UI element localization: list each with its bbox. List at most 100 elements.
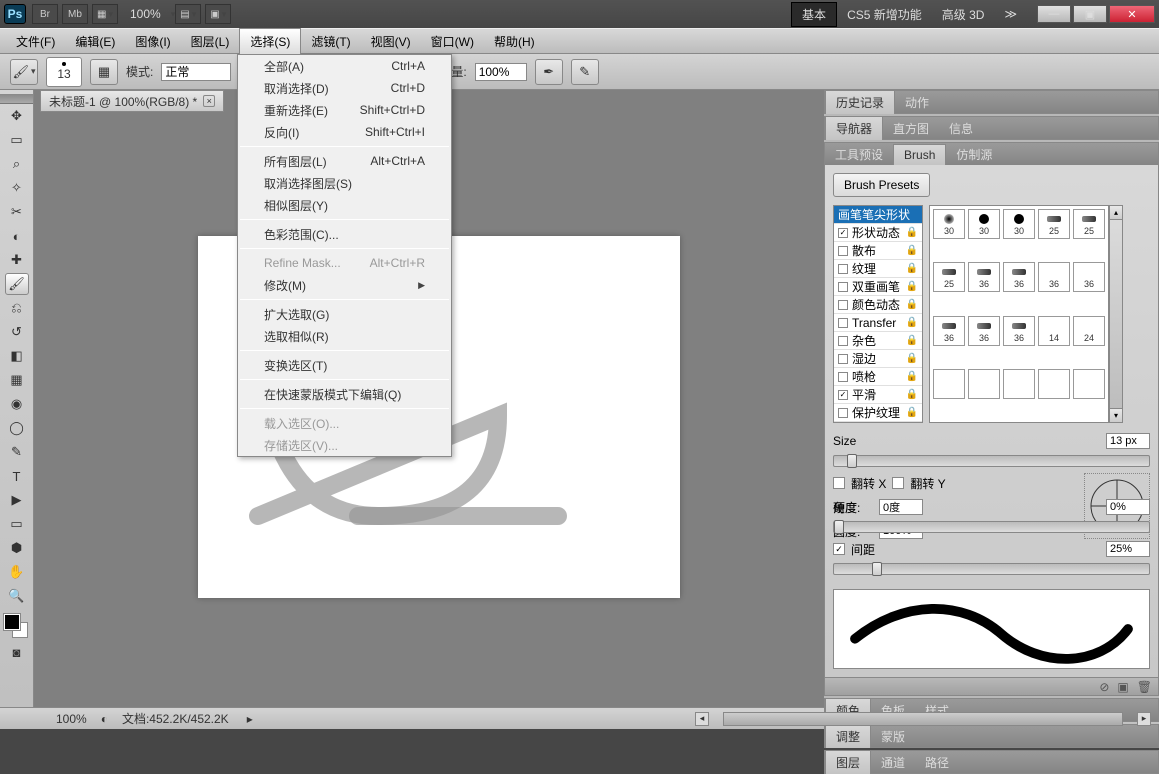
brush-thumbnail[interactable]: 30 — [968, 209, 1000, 239]
brush-thumbnail[interactable]: 36 — [933, 316, 965, 346]
tab-histogram[interactable]: 直方图 — [883, 117, 939, 140]
crop-tool-icon[interactable]: ✂ — [5, 201, 29, 223]
menu-window[interactable]: 窗口(W) — [421, 29, 484, 54]
workspace-more-icon[interactable]: ≫ — [994, 4, 1027, 24]
tab-navigator[interactable]: 导航器 — [825, 116, 883, 140]
screen-mode-icon[interactable]: ▣▾ — [205, 4, 231, 24]
brush-thumbnail[interactable] — [1038, 369, 1070, 399]
brush-thumbnail[interactable]: 36 — [1003, 262, 1035, 292]
tab-clone-source[interactable]: 仿制源 — [946, 143, 1002, 166]
brush-option-item[interactable]: 散布🔒 — [834, 242, 922, 260]
menu-item[interactable]: 反向(I)Shift+Ctrl+I — [238, 121, 451, 143]
dodge-tool-icon[interactable]: ◯ — [5, 417, 29, 439]
brush-thumbnail[interactable]: 25 — [1038, 209, 1070, 239]
option-checkbox[interactable]: ✓ — [838, 228, 848, 238]
minimize-button[interactable]: — — [1037, 5, 1071, 23]
brush-thumbnail[interactable] — [1073, 369, 1105, 399]
tool-preset-picker[interactable]: 🖌▾ — [10, 59, 38, 85]
brush-option-item[interactable]: 画笔笔尖形状 — [834, 206, 922, 224]
toggle-icon[interactable]: ⊘ — [1099, 680, 1109, 694]
brush-option-item[interactable]: 双重画笔🔒 — [834, 278, 922, 296]
document-tab[interactable]: 未标题-1 @ 100%(RGB/8) * × — [40, 90, 224, 112]
spacing-slider[interactable] — [833, 563, 1150, 575]
brush-option-item[interactable]: ✓形状动态🔒 — [834, 224, 922, 242]
option-checkbox[interactable] — [838, 318, 848, 328]
brush-thumbnail[interactable] — [933, 369, 965, 399]
path-selection-tool-icon[interactable]: ▶ — [5, 489, 29, 511]
zoom-level[interactable]: 100% — [130, 7, 161, 21]
tab-brush[interactable]: Brush — [893, 144, 946, 165]
trash-icon[interactable]: 🗑 — [1137, 680, 1152, 694]
workspace-3d[interactable]: 高级 3D — [932, 3, 995, 26]
brush-thumbnail[interactable] — [968, 369, 1000, 399]
brush-preset-picker[interactable]: 13 — [46, 57, 82, 87]
quick-mask-icon[interactable]: ◙ — [5, 641, 29, 663]
option-checkbox[interactable] — [838, 282, 848, 292]
tab-history[interactable]: 历史记录 — [825, 90, 895, 114]
tab-tool-presets[interactable]: 工具预设 — [825, 143, 893, 166]
workspace-basic[interactable]: 基本 — [791, 2, 837, 27]
maximize-button[interactable]: ▣ — [1073, 5, 1107, 23]
brush-option-item[interactable]: Transfer🔒 — [834, 314, 922, 332]
tab-channels[interactable]: 通道 — [871, 751, 915, 774]
menu-image[interactable]: 图像(I) — [125, 29, 180, 54]
tab-layers[interactable]: 图层 — [825, 750, 871, 774]
brush-thumbnail[interactable]: 36 — [1073, 262, 1105, 292]
brush-option-item[interactable]: 杂色🔒 — [834, 332, 922, 350]
menu-item[interactable]: 取消选择图层(S) — [238, 172, 451, 194]
arrange-documents-icon[interactable]: ▤▾ — [175, 4, 201, 24]
brush-option-item[interactable]: 喷枪🔒 — [834, 368, 922, 386]
tab-actions[interactable]: 动作 — [895, 91, 939, 114]
move-tool-icon[interactable]: ✥ — [5, 105, 29, 127]
brush-thumbnail[interactable]: 25 — [1073, 209, 1105, 239]
blend-mode-select[interactable] — [161, 63, 231, 81]
menu-item[interactable]: 扩大选取(G) — [238, 303, 451, 325]
brush-thumbnail[interactable]: 36 — [1003, 316, 1035, 346]
eraser-tool-icon[interactable]: ◧ — [5, 345, 29, 367]
close-button[interactable]: ✕ — [1109, 5, 1155, 23]
angle-input[interactable] — [879, 499, 923, 515]
scroll-left-icon[interactable]: ◂ — [695, 712, 709, 726]
mini-bridge-icon[interactable]: Mb — [62, 4, 88, 24]
menu-view[interactable]: 视图(V) — [361, 29, 421, 54]
brush-option-item[interactable]: 保护纹理🔒 — [834, 404, 922, 422]
menu-item[interactable]: 选取相似(R) — [238, 325, 451, 347]
menu-item[interactable]: 所有图层(L)Alt+Ctrl+A — [238, 150, 451, 172]
menu-edit[interactable]: 编辑(E) — [65, 29, 125, 54]
menu-help[interactable]: 帮助(H) — [484, 29, 545, 54]
brush-thumbnail[interactable] — [1003, 369, 1035, 399]
clone-stamp-tool-icon[interactable]: ⎌ — [5, 297, 29, 319]
eyedropper-tool-icon[interactable]: ◐ — [5, 225, 29, 247]
brush-option-item[interactable]: 湿边🔒 — [834, 350, 922, 368]
brush-presets-button[interactable]: Brush Presets — [833, 173, 930, 197]
brush-thumbnail[interactable]: 36 — [1038, 262, 1070, 292]
menu-file[interactable]: 文件(F) — [6, 29, 65, 54]
marquee-tool-icon[interactable]: ▭ — [5, 129, 29, 151]
pen-tool-icon[interactable]: ✎ — [5, 441, 29, 463]
option-checkbox[interactable] — [838, 354, 848, 364]
flow-input[interactable] — [475, 63, 527, 81]
gradient-tool-icon[interactable]: ▦ — [5, 369, 29, 391]
status-info-icon[interactable]: ◐ — [101, 712, 108, 726]
status-zoom[interactable]: 100% — [56, 712, 87, 726]
brush-thumbnail[interactable]: 36 — [968, 262, 1000, 292]
option-checkbox[interactable] — [838, 336, 848, 346]
brush-thumbnail[interactable]: 25 — [933, 262, 965, 292]
spacing-input[interactable] — [1106, 541, 1150, 557]
color-swatches[interactable] — [4, 614, 30, 640]
brush-thumbnail[interactable]: 24 — [1073, 316, 1105, 346]
menu-item[interactable]: 重新选择(E)Shift+Ctrl+D — [238, 99, 451, 121]
type-tool-icon[interactable]: T — [5, 465, 29, 487]
hand-tool-icon[interactable]: ✋ — [5, 561, 29, 583]
brush-option-item[interactable]: ✓平滑🔒 — [834, 386, 922, 404]
option-checkbox[interactable] — [838, 372, 848, 382]
magic-wand-tool-icon[interactable]: ✧ — [5, 177, 29, 199]
menu-item[interactable]: 色彩范围(C)... — [238, 223, 451, 245]
brush-tool-icon[interactable]: 🖌 — [5, 273, 29, 295]
menu-item[interactable]: 全部(A)Ctrl+A — [238, 55, 451, 77]
tab-masks[interactable]: 蒙版 — [871, 725, 915, 748]
brush-thumbnail[interactable]: 36 — [968, 316, 1000, 346]
menu-item[interactable]: 修改(M)▶ — [238, 274, 451, 296]
option-checkbox[interactable] — [838, 300, 848, 310]
shape-tool-icon[interactable]: ▭ — [5, 513, 29, 535]
